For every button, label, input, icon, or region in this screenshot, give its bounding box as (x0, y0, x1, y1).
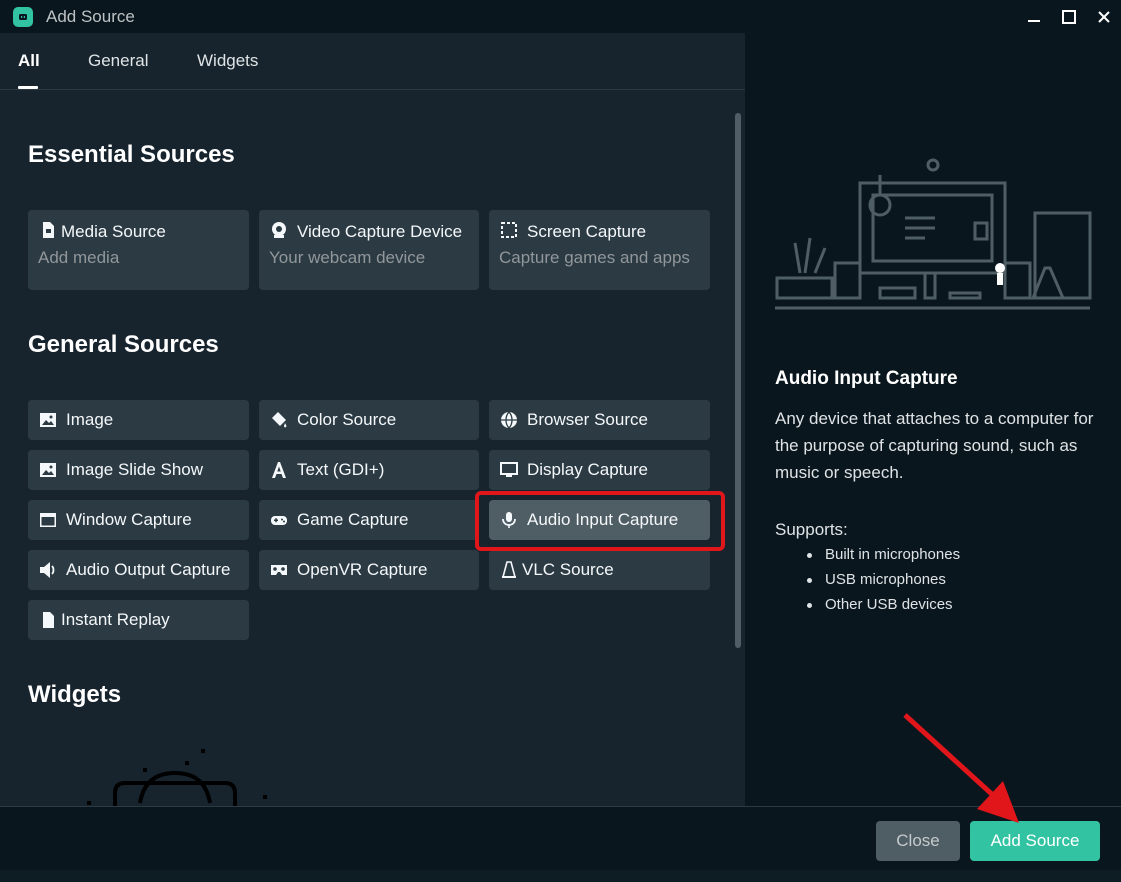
tab-bar: All General Widgets (0, 33, 745, 90)
widgets-heading: Widgets (28, 681, 122, 708)
webcam-icon (269, 220, 289, 240)
list-item: Other USB devices (807, 594, 960, 619)
bottom-strip (0, 870, 1121, 882)
source-details-panel: Audio Input Capture Any device that atta… (745, 33, 1121, 806)
source-card-text-gdi[interactable]: Text (GDI+) (259, 450, 479, 490)
source-card-browser-source[interactable]: Browser Source (489, 400, 710, 440)
active-tab-indicator (18, 86, 38, 89)
details-title: Audio Input Capture (775, 368, 958, 389)
source-card-image-slide-show[interactable]: Image Slide Show (28, 450, 249, 490)
source-card-image[interactable]: Image (28, 400, 249, 440)
paint-bucket-icon (269, 410, 289, 430)
vlc-cone-icon (499, 560, 519, 580)
gamepad-icon (269, 510, 289, 530)
source-card-video-capture-device[interactable]: Video Capture Device Your webcam device (259, 210, 479, 290)
widgets-illustration-icon (87, 749, 267, 806)
tab-widgets[interactable]: Widgets (197, 51, 258, 71)
file-icon (38, 220, 58, 240)
image-icon (38, 460, 58, 480)
supports-list: Built in microphones USB microphones Oth… (807, 544, 960, 619)
audio-setup-illustration-icon (775, 158, 1092, 310)
minimize-icon (1027, 19, 1040, 22)
source-card-color-source[interactable]: Color Source (259, 400, 479, 440)
selection-highlight-box (475, 491, 725, 551)
monitor-icon (499, 460, 519, 480)
list-item: Built in microphones (807, 544, 960, 569)
source-card-screen-capture[interactable]: Screen Capture Capture games and apps (489, 210, 710, 290)
source-card-instant-replay[interactable]: Instant Replay (28, 600, 249, 640)
source-card-vlc-source[interactable]: VLC Source (489, 550, 710, 590)
supports-label: Supports: (775, 520, 848, 539)
maximize-icon (1061, 9, 1076, 24)
title-bar: Add Source (0, 0, 1121, 33)
source-card-display-capture[interactable]: Display Capture (489, 450, 710, 490)
list-item: USB microphones (807, 569, 960, 594)
close-icon (1097, 10, 1110, 23)
general-sources-heading: General Sources (28, 331, 219, 358)
minimize-button[interactable] (1016, 0, 1051, 33)
window-icon (38, 510, 58, 530)
text-icon (269, 460, 289, 480)
image-icon (38, 410, 58, 430)
source-card-game-capture[interactable]: Game Capture (259, 500, 479, 540)
tab-general[interactable]: General (88, 51, 148, 71)
close-window-button[interactable] (1086, 0, 1121, 33)
streamlabs-logo-icon (13, 6, 33, 27)
source-card-window-capture[interactable]: Window Capture (28, 500, 249, 540)
source-card-audio-output-capture[interactable]: Audio Output Capture (28, 550, 249, 590)
details-description: Any device that attaches to a computer f… (775, 409, 1094, 482)
source-card-openvr-capture[interactable]: OpenVR Capture (259, 550, 479, 590)
maximize-button[interactable] (1051, 0, 1086, 33)
vr-headset-icon (269, 560, 289, 580)
speaker-icon (38, 560, 58, 580)
annotation-arrow-icon (903, 713, 1019, 823)
tab-all[interactable]: All (18, 51, 40, 71)
source-list-panel: All General Widgets Essential Sources Me… (0, 33, 745, 806)
scrollbar[interactable] (735, 113, 741, 648)
source-card-media-source[interactable]: Media Source Add media (28, 210, 249, 290)
window-title: Add Source (46, 6, 135, 26)
essential-sources-heading: Essential Sources (28, 141, 235, 168)
screen-select-icon (499, 220, 519, 240)
globe-icon (499, 410, 519, 430)
file-icon (38, 610, 58, 630)
